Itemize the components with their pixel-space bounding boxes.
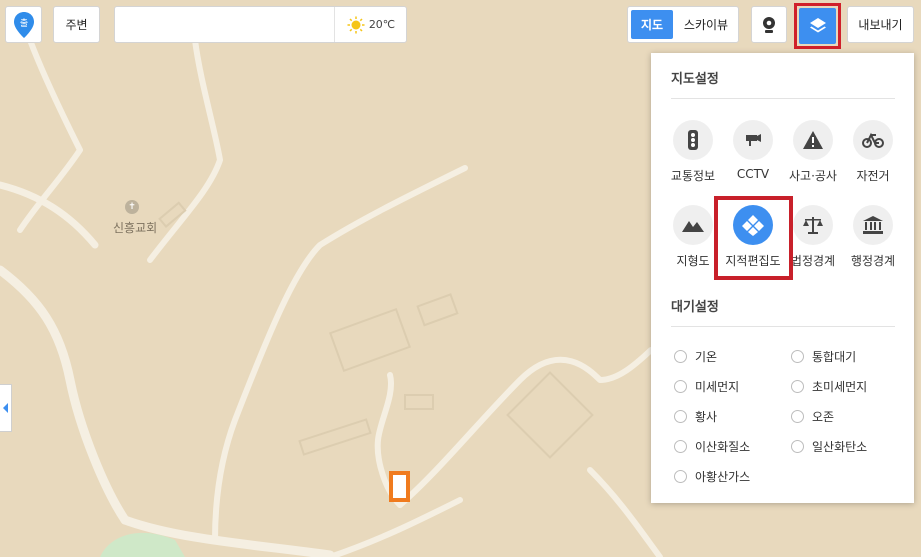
radio-label: 이산화질소 [695,440,751,454]
radio-circle[interactable] [791,410,804,423]
tool-label: 자전거 [856,169,890,183]
tool-bicycle[interactable]: 자전거 [843,120,903,184]
tool-label: 교통정보 [670,169,716,183]
bicycle-icon [853,120,893,160]
radio-circle[interactable] [791,380,804,393]
radio-label: 통합대기 [812,350,857,364]
tool-traffic[interactable]: 교통정보 [663,120,723,184]
radio-option[interactable]: 황사 [674,408,717,425]
radio-option[interactable]: 오존 [791,408,834,425]
map-type-switch: 지도 스카이뷰 [627,6,739,43]
radio-option[interactable]: 일산화탄소 [791,438,867,455]
radio-circle[interactable] [674,470,687,483]
weather-temperature: 20℃ [368,18,396,31]
weather-widget[interactable]: 20℃ [334,7,407,42]
roadview-icon [763,16,775,33]
air-settings-title: 대기설정 [671,300,719,315]
sun-icon [347,16,365,33]
search-box[interactable]: 20℃ [114,6,407,43]
radio-label: 미세먼지 [695,380,740,394]
tool-label: CCTV [736,167,770,181]
radio-label: 오존 [812,410,835,424]
radio-label: 일산화탄소 [812,440,868,454]
radio-circle[interactable] [791,440,804,453]
selected-location-marker[interactable] [389,471,410,502]
radio-label: 황사 [695,410,718,424]
tool-cctv[interactable]: CCTV [723,120,783,181]
radio-option[interactable]: 미세먼지 [674,378,739,395]
radio-label: 초미세먼지 [812,380,868,394]
radio-option[interactable]: 기온 [674,348,717,365]
radio-circle[interactable] [674,410,687,423]
government-icon [853,205,893,245]
layers-icon [809,18,826,33]
map-settings-title: 지도설정 [671,72,719,87]
cadastral-highlight-box [714,196,793,280]
radio-circle[interactable] [674,380,687,393]
mountain-icon [673,205,713,245]
radio-label: 기온 [695,350,718,364]
radio-option[interactable]: 초미세먼지 [791,378,867,395]
tool-accident[interactable]: 사고·공사 [783,120,843,184]
radio-option[interactable]: 이산화질소 [674,438,750,455]
radio-circle[interactable] [674,440,687,453]
map-pin-icon: 출 [13,11,34,38]
map-type-map-button[interactable]: 지도 [631,10,673,39]
poi-label: 신흥교회 [113,221,158,235]
cctv-icon [733,120,773,160]
radio-option[interactable]: 아황산가스 [674,468,750,485]
tool-label: 행정경계 [850,254,896,268]
divider [671,98,895,99]
sidebar-toggle-handle[interactable] [0,384,12,432]
traffic-light-icon [673,120,713,160]
export-button[interactable]: 내보내기 [847,6,914,43]
radio-option[interactable]: 통합대기 [791,348,856,365]
chevron-left-icon [2,403,8,413]
layer-button[interactable] [799,8,836,44]
svg-text:출: 출 [19,18,27,29]
radio-circle[interactable] [791,350,804,363]
divider [671,326,895,327]
church-icon: ✝ [125,200,139,214]
start-pin-button[interactable]: 출 [5,6,42,43]
tool-label: 사고·공사 [789,169,837,183]
map-type-skyview-button[interactable]: 스카이뷰 [677,16,735,33]
around-button[interactable]: 주변 [53,6,100,43]
warning-icon [793,120,833,160]
roadview-button[interactable] [751,6,787,43]
scale-icon [793,205,833,245]
search-input[interactable] [121,15,335,35]
tool-admin-boundary[interactable]: 행정경계 [843,205,903,269]
radio-circle[interactable] [674,350,687,363]
radio-label: 아황산가스 [695,470,751,484]
